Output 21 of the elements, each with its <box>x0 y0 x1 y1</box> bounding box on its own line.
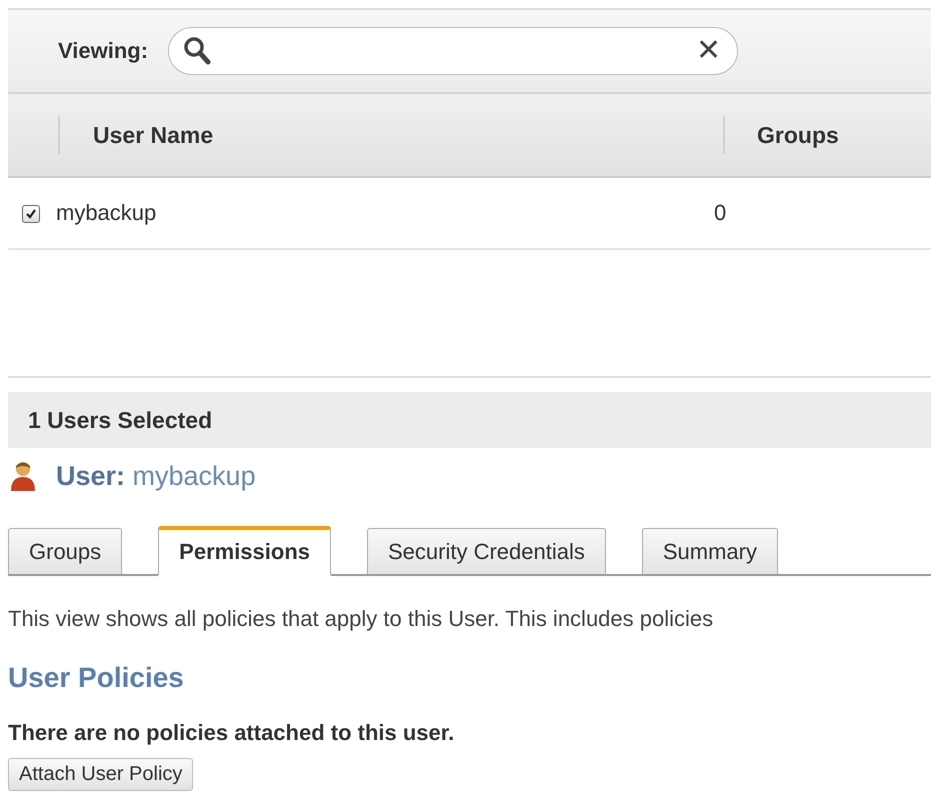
table-cell: 0 <box>714 200 726 225</box>
section-heading: User Policies <box>8 662 185 694</box>
search-icon <box>183 36 212 66</box>
empty-message: There are no policies attached to this user. <box>8 720 456 746</box>
checkmark-icon <box>25 208 37 220</box>
filter-label: Viewing: <box>58 38 148 64</box>
column-header[interactable]: Groups <box>757 122 839 148</box>
tab[interactable]: Security Credentials <box>367 528 606 574</box>
attach-policy-button[interactable]: Attach User Policy <box>8 758 194 791</box>
user-heading: User: mybackup <box>56 460 256 492</box>
user-icon <box>10 460 36 492</box>
column-header[interactable]: User Name <box>93 122 214 148</box>
row-checkbox[interactable] <box>22 205 40 223</box>
search-field[interactable]: ✕ <box>168 27 738 75</box>
clear-button[interactable]: ✕ <box>696 36 722 66</box>
table-cell: mybackup <box>56 200 156 225</box>
description-text: This view shows all policies that apply to this User. This includes policies <box>8 606 714 632</box>
tab[interactable]: Groups <box>8 528 122 574</box>
tab[interactable]: Summary <box>642 528 778 574</box>
tab[interactable]: Permissions <box>158 526 331 576</box>
selection-bar: 1 Users Selected <box>8 392 931 448</box>
